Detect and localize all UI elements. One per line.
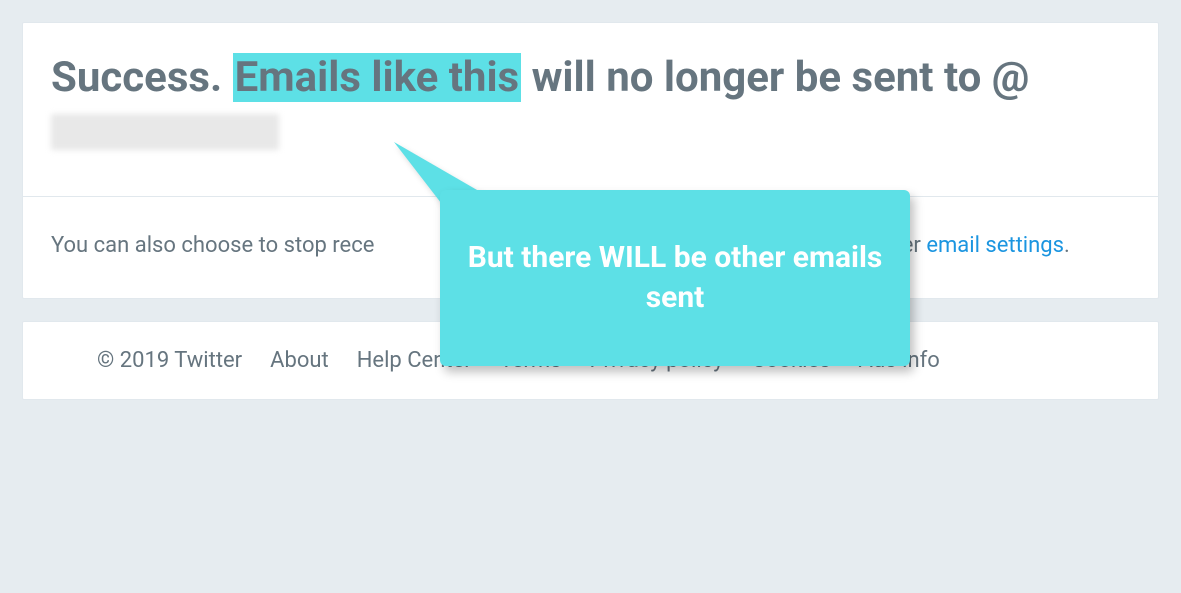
heading-prefix: Success.	[51, 53, 233, 102]
heading-mid: will no longer be sent to @	[521, 53, 1029, 102]
heading-highlight: Emails like this	[233, 53, 522, 102]
success-heading: Success. Emails like this will no longer…	[51, 51, 1130, 160]
subtext-prefix: You can also choose to stop rece	[51, 233, 374, 258]
subtext-period: .	[1064, 233, 1070, 258]
email-settings-link[interactable]: email settings	[926, 233, 1064, 258]
callout-text: But there WILL be other emails sent	[460, 238, 890, 319]
footer-about[interactable]: About	[270, 348, 329, 373]
footer-copyright: © 2019 Twitter	[97, 348, 242, 373]
redacted-username	[51, 114, 279, 150]
annotation-callout: But there WILL be other emails sent	[440, 190, 910, 366]
